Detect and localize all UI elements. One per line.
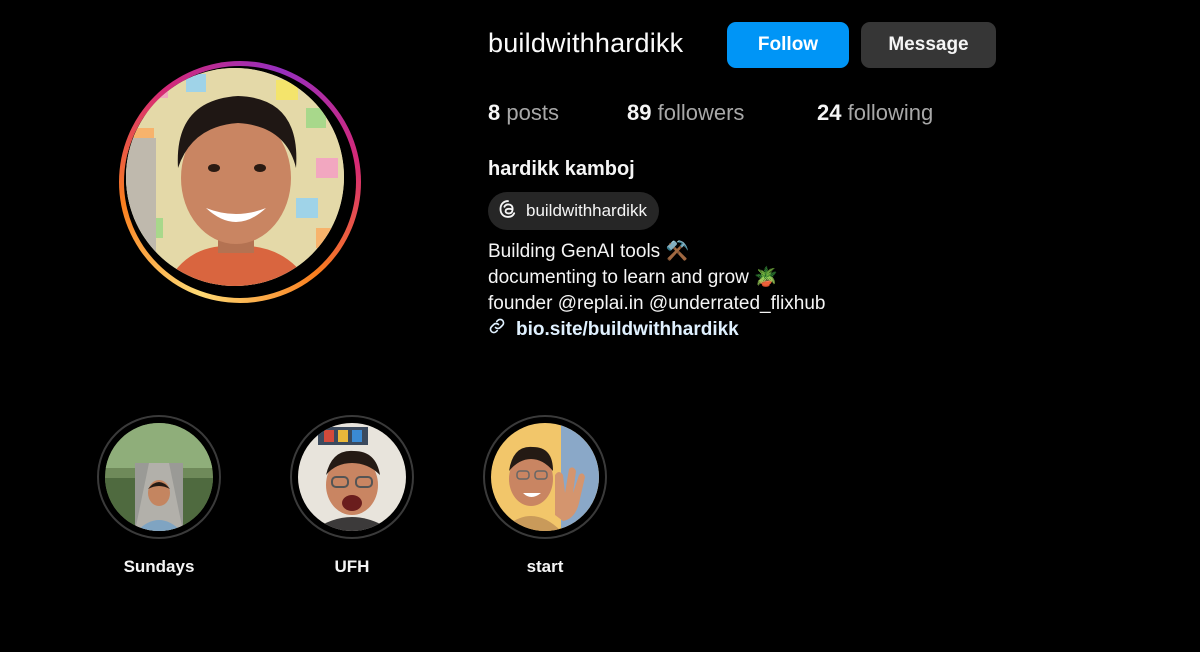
highlight-cover	[491, 423, 599, 531]
posts-count: 8	[488, 100, 501, 125]
stat-posts: 8 posts	[488, 100, 559, 126]
bio: Building GenAI tools ⚒️ documenting to l…	[488, 239, 826, 343]
username: buildwithhardikk	[488, 28, 684, 58]
highlight-label: start	[526, 557, 564, 576]
highlight-ring	[483, 415, 607, 539]
bio-link-text: bio.site/buildwithhardikk	[516, 319, 739, 340]
highlight-ufh[interactable]: UFH	[288, 415, 416, 577]
highlight-label: Sundays	[123, 557, 195, 576]
profile-avatar-ring[interactable]	[119, 61, 361, 303]
message-button[interactable]: Message	[861, 22, 996, 68]
profile-photo-image	[126, 68, 344, 286]
followers-label: followers	[657, 100, 745, 125]
bio-line-1: Building GenAI tools ⚒️	[488, 241, 690, 262]
followers-count: 89	[627, 100, 652, 125]
threads-icon	[498, 199, 518, 224]
bio-line-3: founder @replai.in @underrated_flixhub	[488, 293, 826, 314]
stat-following[interactable]: 24 following	[817, 100, 933, 126]
threads-badge[interactable]: buildwithhardikk	[488, 192, 659, 230]
following-label: following	[847, 100, 934, 125]
full-name: hardikk kamboj	[488, 158, 635, 180]
follow-button[interactable]: Follow	[727, 22, 849, 68]
stat-followers[interactable]: 89 followers	[627, 100, 744, 126]
following-count: 24	[817, 100, 842, 125]
highlight-cover-image	[105, 423, 213, 531]
highlight-sundays[interactable]: Sundays	[95, 415, 223, 577]
highlight-cover	[105, 423, 213, 531]
profile-photo[interactable]	[126, 68, 344, 286]
highlight-start[interactable]: start	[481, 415, 609, 577]
link-icon	[488, 317, 506, 343]
highlight-cover-image	[491, 423, 599, 531]
threads-handle: buildwithhardikk	[526, 201, 647, 220]
highlight-ring	[290, 415, 414, 539]
highlight-cover-image	[298, 423, 406, 531]
bio-line-2: documenting to learn and grow 🪴	[488, 267, 778, 288]
bio-link[interactable]: bio.site/buildwithhardikk	[488, 317, 826, 343]
highlight-label: UFH	[334, 557, 370, 576]
highlight-cover	[298, 423, 406, 531]
highlight-ring	[97, 415, 221, 539]
posts-label: posts	[506, 100, 559, 125]
